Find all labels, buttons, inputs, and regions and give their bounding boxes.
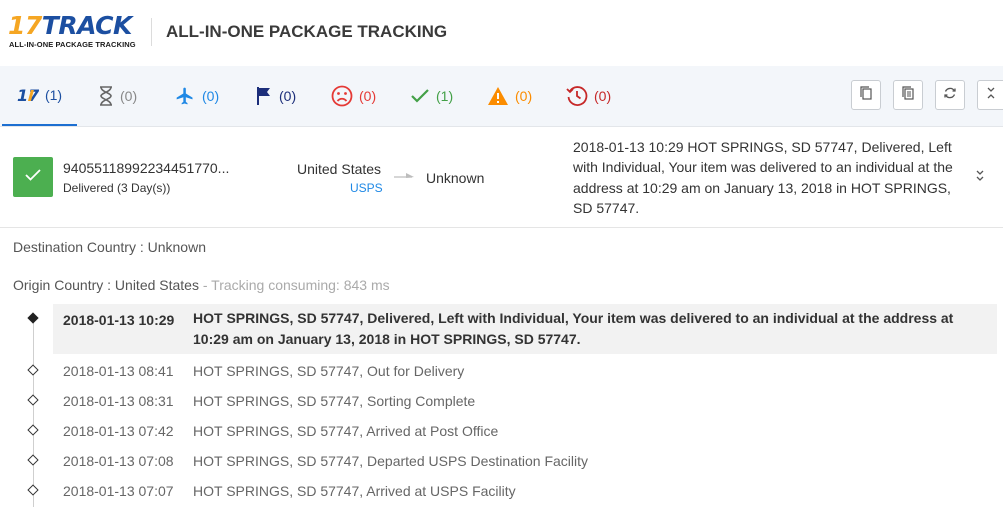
tab-count: (0) (202, 88, 220, 104)
checkmark-icon (23, 167, 43, 188)
timeline-marker (27, 424, 39, 436)
expand-toggle-icon[interactable] (974, 169, 986, 188)
copy-all-button[interactable] (893, 80, 923, 110)
collapse-all-button[interactable] (977, 80, 1003, 110)
origin-country-label: Origin Country : United States (13, 277, 199, 293)
latest-event-text: 2018-01-13 10:29 HOT SPRINGS, SD 57747, … (573, 139, 953, 216)
tab-not-found[interactable]: (0) (98, 66, 137, 126)
tab-count: (1) (44, 87, 63, 103)
17track-logo[interactable]: 17TRACK ALL-IN-ONE PACKAGE TRACKING (8, 12, 140, 52)
timeline-event: 2018-01-13 07:08 HOT SPRINGS, SD 57747, … (53, 451, 997, 471)
tab-count: (0) (515, 88, 533, 104)
copy-icon (859, 85, 873, 105)
timeline-marker (27, 394, 39, 406)
event-description: HOT SPRINGS, SD 57747, Arrived at Post O… (193, 423, 499, 439)
timeline-event: 2018-01-13 07:07 HOT SPRINGS, SD 57747, … (53, 481, 997, 501)
airplane-icon (174, 86, 196, 106)
timeline-event-latest: 2018-01-13 10:29 HOT SPRINGS, SD 57747, … (53, 304, 997, 354)
destination-country-line: Destination Country : Unknown (13, 239, 206, 255)
collapse-icon (985, 86, 997, 105)
event-description: HOT SPRINGS, SD 57747, Delivered, Left w… (193, 310, 954, 347)
tab-count: (1) (436, 88, 454, 104)
tracking-consuming-text: - Tracking consuming: 843 ms (198, 277, 390, 293)
hourglass-icon (98, 86, 114, 106)
delivery-status-text: Delivered (3 Day(s)) (63, 181, 171, 195)
svg-text:17: 17 (17, 86, 39, 104)
origin-country: United States (297, 161, 382, 177)
timeline-marker (27, 484, 39, 496)
delivered-status-badge (13, 157, 53, 197)
event-datetime: 2018-01-13 08:31 (63, 393, 174, 409)
timeline-marker-latest (27, 312, 39, 324)
tab-count: (0) (359, 88, 377, 104)
copy-all-icon (901, 85, 915, 105)
logo-wordmark: 17TRACK (8, 11, 132, 40)
event-description: HOT SPRINGS, SD 57747, Sorting Complete (193, 393, 476, 409)
event-datetime: 2018-01-13 10:29 (63, 312, 175, 328)
tab-in-transit[interactable]: (0) (174, 66, 219, 126)
tab-count: (0) (279, 88, 297, 104)
event-datetime: 2018-01-13 08:41 (63, 363, 174, 379)
event-datetime: 2018-01-13 07:08 (63, 453, 174, 469)
copy-button[interactable] (851, 80, 881, 110)
route-plane-icon (394, 168, 416, 186)
logo-tagline: ALL-IN-ONE PACKAGE TRACKING (9, 40, 136, 49)
status-tab-bar: 17 (1) (0) (0) (0) (0) (1) (0) (0) (0, 66, 1003, 127)
17track-logo-icon: 17 (17, 86, 39, 104)
app-header: 17TRACK ALL-IN-ONE PACKAGE TRACKING ALL-… (0, 0, 1003, 67)
event-description: HOT SPRINGS, SD 57747, Out for Delivery (193, 363, 465, 379)
tab-pick-up[interactable]: (0) (255, 66, 296, 126)
tab-expired[interactable]: (0) (566, 66, 611, 126)
warning-triangle-icon (487, 86, 509, 106)
timeline-marker (27, 454, 39, 466)
refresh-icon (943, 86, 957, 105)
tracking-number[interactable]: 94055118992234451770... (63, 160, 229, 176)
history-clock-icon (566, 85, 588, 107)
tab-undelivered[interactable]: (0) (331, 66, 376, 126)
origin-country-line: Origin Country : United States - Trackin… (13, 277, 390, 293)
tab-count: (0) (120, 88, 138, 104)
timeline-marker (27, 364, 39, 376)
page-title: ALL-IN-ONE PACKAGE TRACKING (166, 22, 448, 41)
event-datetime: 2018-01-13 07:42 (63, 423, 174, 439)
carrier-link[interactable]: USPS (350, 181, 383, 195)
event-datetime: 2018-01-13 07:07 (63, 483, 174, 499)
timeline-line (33, 318, 34, 507)
event-description: HOT SPRINGS, SD 57747, Arrived at USPS F… (193, 483, 516, 499)
refresh-button[interactable] (935, 80, 965, 110)
tab-delivered[interactable]: (1) (410, 66, 453, 126)
header-divider (151, 18, 152, 46)
timeline-event: 2018-01-13 08:31 HOT SPRINGS, SD 57747, … (53, 391, 997, 411)
timeline-event: 2018-01-13 07:42 HOT SPRINGS, SD 57747, … (53, 421, 997, 441)
checkmark-icon (410, 87, 430, 105)
event-description: HOT SPRINGS, SD 57747, Departed USPS Des… (193, 453, 589, 469)
tab-all[interactable]: 17 (1) (2, 66, 77, 126)
flag-icon (255, 86, 273, 106)
destination-country: Unknown (426, 170, 485, 186)
package-summary-row[interactable]: 94055118992234451770... Delivered (3 Day… (0, 127, 1003, 228)
tab-alert[interactable]: (0) (487, 66, 532, 126)
tab-count: (0) (594, 88, 612, 104)
timeline-event: 2018-01-13 08:41 HOT SPRINGS, SD 57747, … (53, 361, 997, 381)
sad-face-icon (331, 85, 353, 107)
